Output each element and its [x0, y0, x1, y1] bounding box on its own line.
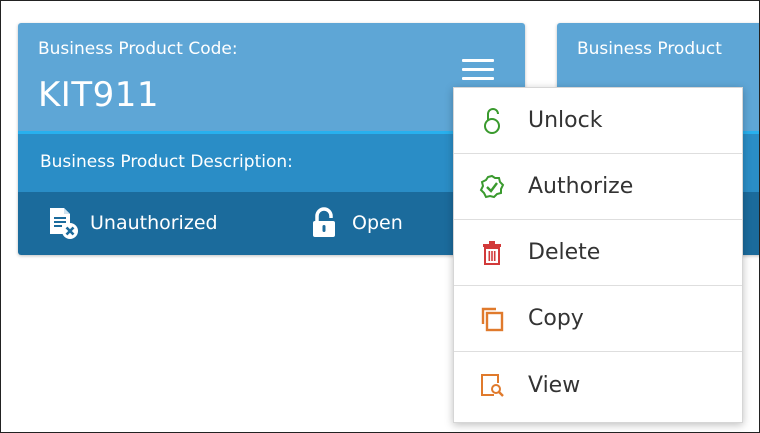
menu-item-label: Unlock: [528, 108, 603, 133]
trash-icon: [478, 239, 506, 267]
tile-actions-menu: Unlock Authorize Delete Copy View: [453, 87, 743, 423]
hamburger-menu-icon[interactable]: [462, 59, 494, 83]
product-code-value: KIT911: [38, 75, 159, 115]
menu-item-label: View: [528, 372, 581, 398]
menu-item-label: Delete: [528, 240, 601, 265]
product-code-label: Business Product Code:: [38, 39, 238, 59]
menu-item-label: Authorize: [528, 174, 634, 199]
unlock-icon: [478, 107, 506, 135]
unauthorized-document-icon: [50, 208, 78, 239]
menu-item-view[interactable]: View: [454, 352, 742, 418]
authorization-status-text: Unauthorized: [90, 212, 218, 234]
menu-item-unlock[interactable]: Unlock: [454, 88, 742, 154]
copy-icon: [478, 305, 506, 333]
menu-item-authorize[interactable]: Authorize: [454, 154, 742, 220]
authorization-status: Unauthorized: [46, 206, 218, 240]
menu-item-label: Copy: [528, 306, 584, 331]
lock-status: Open: [308, 206, 403, 240]
menu-item-delete[interactable]: Delete: [454, 220, 742, 286]
product-code-label: Business Product: [577, 39, 722, 59]
menu-item-copy[interactable]: Copy: [454, 286, 742, 352]
tile-description-bar: Business Product Description:: [18, 134, 525, 192]
open-padlock-icon: [313, 207, 335, 237]
tile-header: Business Product Code: KIT911: [18, 23, 525, 134]
authorize-check-icon: [478, 173, 506, 201]
product-description-label: Business Product Description:: [40, 152, 293, 172]
view-document-icon: [478, 371, 506, 399]
tile-status-bar: Unauthorized Open: [18, 192, 525, 255]
lock-status-text: Open: [352, 212, 403, 234]
screenshot-frame: Business Product Code: KIT911 Business P…: [0, 0, 760, 433]
product-tile-kit911[interactable]: Business Product Code: KIT911 Business P…: [18, 23, 525, 255]
